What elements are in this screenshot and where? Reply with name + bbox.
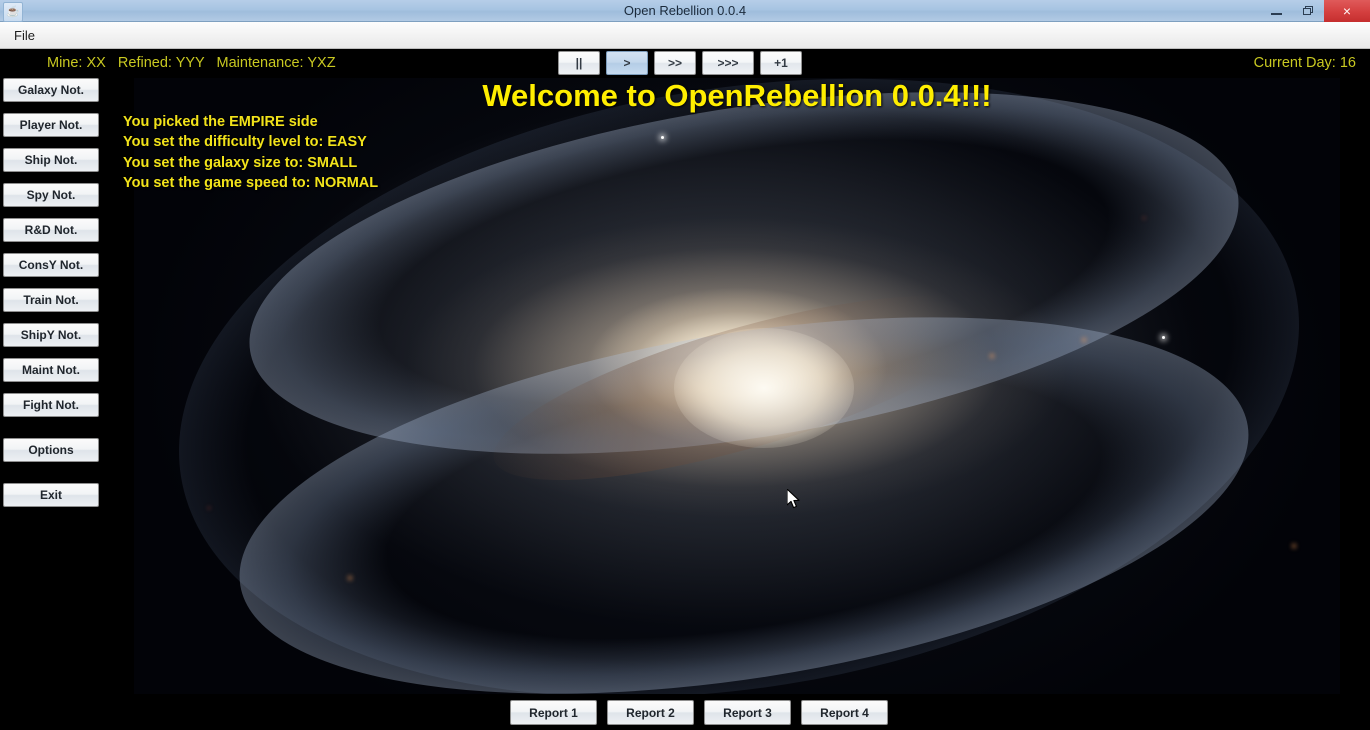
sidebar-item-fight-notes[interactable]: Fight Not. — [3, 393, 99, 417]
sidebar-item-exit[interactable]: Exit — [3, 483, 99, 507]
sidebar-item-rd-notes[interactable]: R&D Not. — [3, 218, 99, 242]
star — [1162, 336, 1165, 339]
game-setup-summary: You picked the EMPIRE side You set the d… — [123, 112, 378, 193]
sidebar-item-consy-notes[interactable]: ConsY Not. — [3, 253, 99, 277]
sidebar-item-shipy-notes[interactable]: ShipY Not. — [3, 323, 99, 347]
report-4-button[interactable]: Report 4 — [801, 700, 888, 725]
close-icon: × — [1342, 3, 1352, 19]
sidebar-item-ship-notes[interactable]: Ship Not. — [3, 148, 99, 172]
fast-forward-button[interactable]: >> — [654, 51, 696, 75]
sidebar-item-galaxy-notes[interactable]: Galaxy Not. — [3, 78, 99, 102]
report-1-button[interactable]: Report 1 — [510, 700, 597, 725]
play-button[interactable]: > — [606, 51, 648, 75]
sidebar-item-player-notes[interactable]: Player Not. — [3, 113, 99, 137]
setup-line-game-speed: You set the game speed to: NORMAL — [123, 174, 379, 191]
close-button[interactable]: × — [1324, 0, 1370, 22]
galaxy-spiral-arm-lower — [213, 255, 1275, 694]
minimize-button[interactable] — [1260, 0, 1292, 22]
sidebar-item-maint-notes[interactable]: Maint Not. — [3, 358, 99, 382]
minimize-icon — [1270, 12, 1282, 15]
page-title: Welcome to OpenRebellion 0.0.4!!! — [482, 78, 992, 113]
setup-line-difficulty: You set the difficulty level to: EASY — [123, 134, 367, 151]
report-3-button[interactable]: Report 3 — [704, 700, 791, 725]
pause-button[interactable]: || — [558, 51, 600, 75]
resource-readout: Mine: XX Refined: YYY Maintenance: YXZ — [47, 55, 336, 71]
window-title: Open Rebellion 0.0.4 — [623, 3, 747, 18]
very-fast-forward-button[interactable]: >>> — [702, 51, 754, 75]
menu-item-file[interactable]: File — [6, 25, 43, 46]
galaxy-core — [674, 328, 854, 448]
window-titlebar[interactable]: ☕ Open Rebellion 0.0.4 × — [0, 0, 1370, 22]
maximize-restore-button[interactable] — [1292, 0, 1324, 22]
report-2-button[interactable]: Report 2 — [607, 700, 694, 725]
current-day-readout: Current Day: 16 — [1253, 55, 1356, 71]
speed-control-group: || > >> >>> +1 — [558, 51, 802, 75]
setup-line-side: You picked the EMPIRE side — [123, 114, 318, 130]
star — [661, 136, 664, 139]
advance-one-day-button[interactable]: +1 — [760, 51, 802, 75]
sidebar-item-spy-notes[interactable]: Spy Not. — [3, 183, 99, 207]
sidebar-item-options[interactable]: Options — [3, 438, 99, 462]
sidebar-item-train-notes[interactable]: Train Not. — [3, 288, 99, 312]
sidebar: Galaxy Not. Player Not. Ship Not. Spy No… — [0, 78, 110, 694]
setup-line-galaxy-size: You set the galaxy size to: SMALL — [123, 154, 358, 171]
report-button-row: Report 1 Report 2 Report 3 Report 4 — [510, 700, 888, 725]
restore-icon — [1302, 6, 1314, 16]
menu-bar: File — [0, 22, 1370, 49]
